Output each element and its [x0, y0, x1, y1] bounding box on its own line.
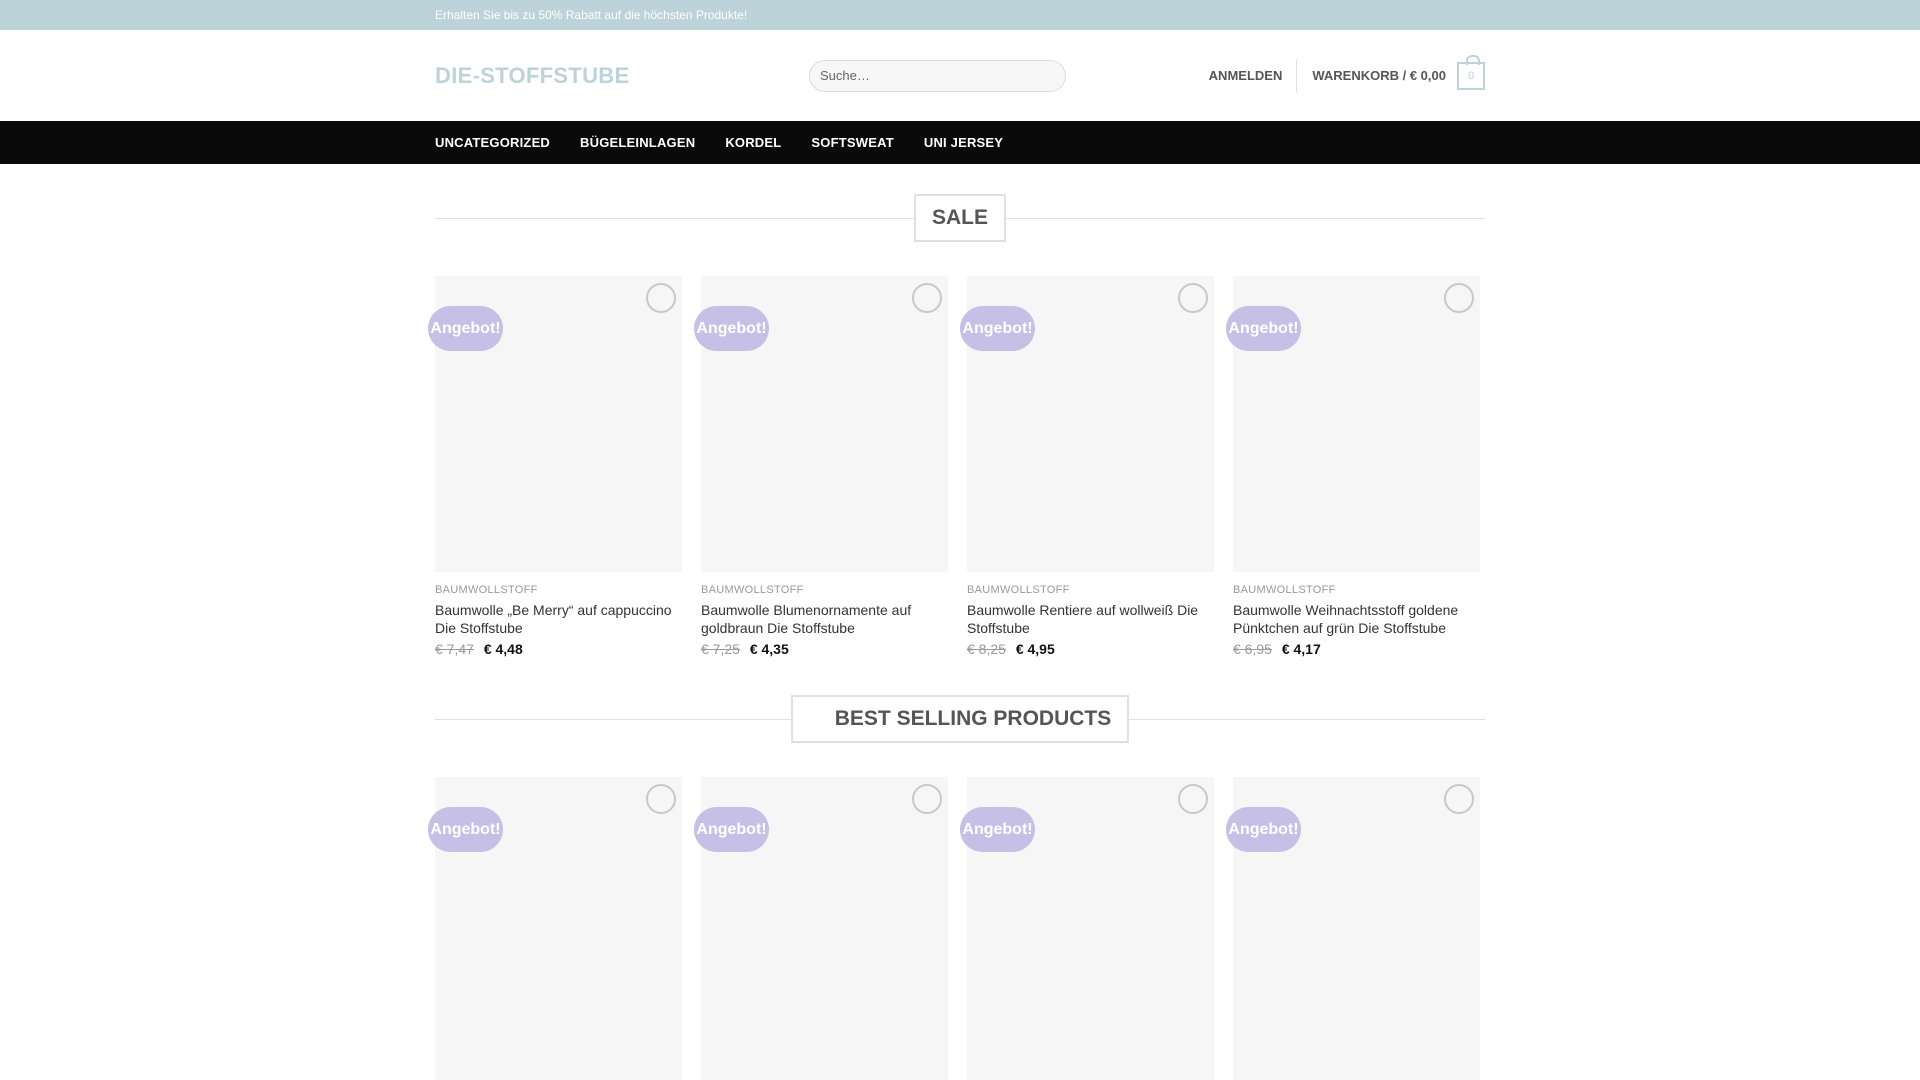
wishlist-icon[interactable]: [646, 283, 676, 313]
product-category[interactable]: BAUMWOLLSTOFF: [701, 584, 948, 596]
old-price: € 7,25: [701, 641, 740, 657]
product-image[interactable]: Angebot!: [694, 777, 948, 1080]
product-category[interactable]: BAUMWOLLSTOFF: [1233, 584, 1480, 596]
sale-badge: Angebot!: [694, 306, 769, 351]
sale-badge: Angebot!: [428, 306, 503, 351]
top-bar: Erhalten Sie bis zu 50% Rabatt auf die h…: [0, 0, 1920, 30]
best-selling-product-grid: Angebot! Angebot! Angebot! Angebot!: [428, 777, 1485, 1080]
sale-badge: Angebot!: [1226, 807, 1301, 852]
search-input[interactable]: [820, 68, 1055, 83]
site-logo[interactable]: DIE-STOFFSTUBE: [435, 63, 809, 89]
product-card[interactable]: Angebot! BAUMWOLLSTOFF Baumwolle Weihnac…: [1226, 276, 1480, 657]
product-image[interactable]: Angebot!: [428, 276, 682, 572]
section-title-text: BEST SELLING PRODUCTS: [790, 695, 1130, 743]
product-card[interactable]: Angebot! BAUMWOLLSTOFF Baumwolle Blumeno…: [694, 276, 948, 657]
product-name[interactable]: Baumwolle Weihnachtsstoff goldene Pünktc…: [1233, 601, 1480, 637]
wishlist-icon[interactable]: [912, 283, 942, 313]
wishlist-icon[interactable]: [1444, 283, 1474, 313]
product-card[interactable]: Angebot!: [1226, 777, 1480, 1080]
product-image[interactable]: Angebot!: [960, 777, 1214, 1080]
nav-item-buegeleinlagen[interactable]: BÜGELEINLAGEN: [580, 135, 695, 150]
sale-price: € 4,17: [1281, 641, 1321, 657]
product-price: € 7,25 € 4,35: [701, 641, 948, 657]
nav-item-kordel[interactable]: KORDEL: [725, 135, 781, 150]
login-link[interactable]: ANMELDEN: [1209, 58, 1298, 93]
product-image[interactable]: Angebot!: [694, 276, 948, 572]
sale-price: € 4,35: [749, 641, 789, 657]
product-image[interactable]: Angebot!: [1226, 276, 1480, 572]
wishlist-icon[interactable]: [912, 784, 942, 814]
sale-badge: Angebot!: [960, 306, 1035, 351]
product-price: € 6,95 € 4,17: [1233, 641, 1480, 657]
sale-price: € 4,48: [483, 641, 523, 657]
search-box[interactable]: [809, 59, 1066, 92]
section-title-best-selling: BEST SELLING PRODUCTS: [435, 695, 1485, 743]
product-card[interactable]: Angebot! BAUMWOLLSTOFF Baumwolle Rentier…: [960, 276, 1214, 657]
section-title-sale: SALE: [435, 194, 1485, 242]
nav-item-softsweat[interactable]: SOFTSWEAT: [811, 135, 893, 150]
main-content: SALE Angebot! BAUMWOLLSTOFF Baumwolle „B…: [428, 194, 1485, 1080]
sale-badge: Angebot!: [428, 807, 503, 852]
sale-price: € 4,95: [1015, 641, 1055, 657]
wishlist-icon[interactable]: [1178, 784, 1208, 814]
product-image[interactable]: Angebot!: [428, 777, 682, 1080]
product-image[interactable]: Angebot!: [960, 276, 1214, 572]
product-price: € 7,47 € 4,48: [435, 641, 682, 657]
product-name[interactable]: Baumwolle Blumenornamente auf goldbraun …: [701, 601, 948, 637]
product-category[interactable]: BAUMWOLLSTOFF: [967, 584, 1214, 596]
product-name[interactable]: Baumwolle „Be Merry“ auf cappuccino Die …: [435, 601, 682, 637]
cart-label: WARENKORB / € 0,00: [1312, 68, 1446, 83]
section-title-text: SALE: [913, 194, 1006, 242]
cart-link[interactable]: WARENKORB / € 0,00 0: [1297, 54, 1485, 90]
wishlist-icon[interactable]: [646, 784, 676, 814]
promo-text: Erhalten Sie bis zu 50% Rabatt auf die h…: [435, 8, 748, 22]
old-price: € 8,25: [967, 641, 1006, 657]
main-nav: UNCATEGORIZED BÜGELEINLAGEN KORDEL SOFTS…: [0, 121, 1920, 164]
header-actions: ANMELDEN WARENKORB / € 0,00 0: [1209, 54, 1485, 93]
nav-item-uni-jersey[interactable]: UNI JERSEY: [924, 135, 1003, 150]
header: DIE-STOFFSTUBE ANMELDEN WARENKORB / € 0,…: [0, 30, 1920, 121]
product-card[interactable]: Angebot!: [428, 777, 682, 1080]
product-card[interactable]: Angebot! BAUMWOLLSTOFF Baumwolle „Be Mer…: [428, 276, 682, 657]
product-category[interactable]: BAUMWOLLSTOFF: [435, 584, 682, 596]
wishlist-icon[interactable]: [1444, 784, 1474, 814]
cart-count: 0: [1467, 69, 1475, 82]
old-price: € 6,95: [1233, 641, 1272, 657]
sale-product-grid: Angebot! BAUMWOLLSTOFF Baumwolle „Be Mer…: [428, 276, 1485, 657]
product-card[interactable]: Angebot!: [960, 777, 1214, 1080]
sale-badge: Angebot!: [960, 807, 1035, 852]
product-card[interactable]: Angebot!: [694, 777, 948, 1080]
product-name[interactable]: Baumwolle Rentiere auf wollweiß Die Stof…: [967, 601, 1214, 637]
product-image[interactable]: Angebot!: [1226, 777, 1480, 1080]
wishlist-icon[interactable]: [1178, 283, 1208, 313]
nav-item-uncategorized[interactable]: UNCATEGORIZED: [435, 135, 550, 150]
cart-bag-icon[interactable]: 0: [1457, 54, 1485, 90]
product-price: € 8,25 € 4,95: [967, 641, 1214, 657]
sale-badge: Angebot!: [1226, 306, 1301, 351]
old-price: € 7,47: [435, 641, 474, 657]
sale-badge: Angebot!: [694, 807, 769, 852]
